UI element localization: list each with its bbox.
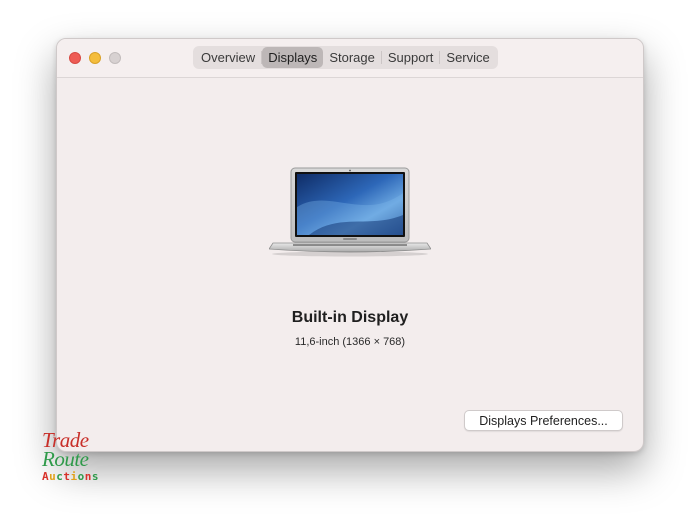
minimize-button[interactable] <box>89 52 101 64</box>
title-bar[interactable]: Overview Displays Storage Support Servic… <box>57 39 643 78</box>
tab-support[interactable]: Support <box>382 47 440 68</box>
close-button[interactable] <box>69 52 81 64</box>
display-name: Built-in Display <box>291 309 409 326</box>
about-this-mac-window: Overview Displays Storage Support Servic… <box>56 38 644 452</box>
watermark-logo: Trade Route Auctions <box>42 430 112 483</box>
screen: Overview Displays Storage Support Servic… <box>0 0 698 525</box>
display-spec: 11,6-inch (1366 × 768) <box>294 336 406 348</box>
laptop-display-icon <box>269 167 431 257</box>
watermark-line-auctions: Auctions <box>42 470 99 483</box>
tab-overview[interactable]: Overview <box>195 47 261 68</box>
tab-displays[interactable]: Displays <box>262 47 324 68</box>
zoom-button <box>109 52 121 64</box>
watermark-line-route: Route <box>42 447 89 471</box>
displays-preferences-button[interactable]: Displays Preferences... <box>464 410 623 431</box>
tab-service[interactable]: Service <box>440 47 495 68</box>
tab-bar: Overview Displays Storage Support Servic… <box>193 46 498 69</box>
tab-storage[interactable]: Storage <box>323 47 381 68</box>
